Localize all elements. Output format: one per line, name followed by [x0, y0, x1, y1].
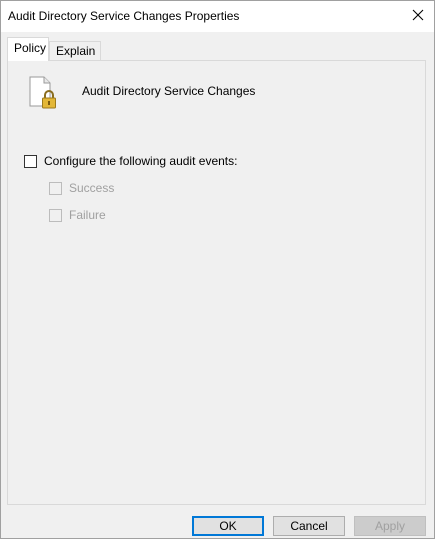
configure-audit-checkbox[interactable]	[24, 154, 37, 168]
failure-label: Failure	[69, 208, 106, 222]
ok-button[interactable]: OK	[192, 516, 264, 536]
success-label: Success	[69, 181, 115, 195]
policy-name: Audit Directory Service Changes	[82, 84, 256, 98]
success-checkbox[interactable]	[49, 181, 62, 195]
configure-audit-row[interactable]: Configure the following audit events:	[24, 154, 237, 168]
configure-audit-label: Configure the following audit events:	[44, 154, 238, 168]
close-button[interactable]	[402, 1, 434, 32]
failure-row: Failure	[49, 208, 106, 222]
apply-button[interactable]: Apply	[354, 516, 426, 536]
close-icon	[412, 9, 424, 24]
title-bar: Audit Directory Service Changes Properti…	[1, 1, 434, 32]
cancel-button[interactable]: Cancel	[273, 516, 345, 536]
tab-explain[interactable]: Explain	[49, 41, 101, 61]
properties-dialog: Audit Directory Service Changes Properti…	[0, 0, 435, 539]
success-row: Success	[49, 181, 114, 195]
policy-panel: Audit Directory Service Changes Configur…	[7, 60, 426, 505]
tab-policy[interactable]: Policy	[7, 37, 49, 61]
window-title: Audit Directory Service Changes Properti…	[8, 9, 240, 23]
failure-checkbox[interactable]	[49, 208, 62, 222]
policy-document-lock-icon	[28, 76, 60, 110]
